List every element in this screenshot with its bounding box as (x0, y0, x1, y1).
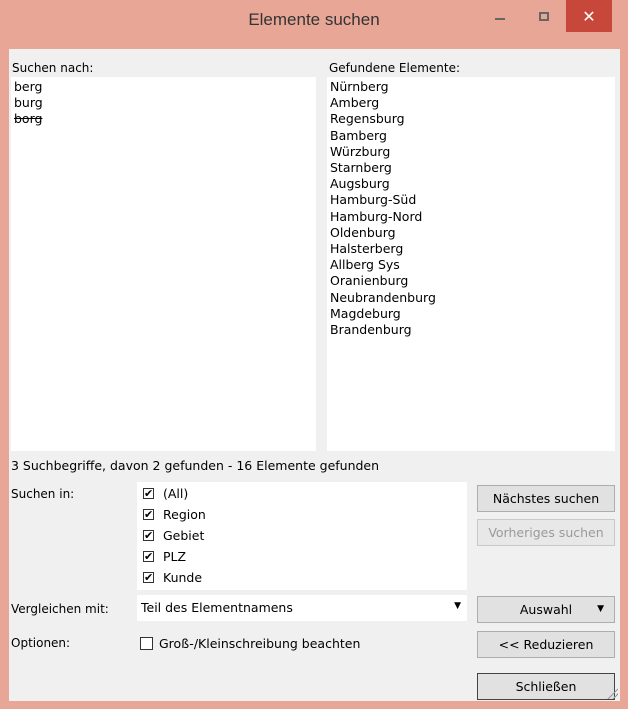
search-term: burg (14, 95, 43, 110)
search-for-label: Suchen nach: (12, 61, 94, 75)
selection-button-label: Auswahl (519, 602, 573, 617)
resize-grip-icon[interactable] (606, 687, 618, 699)
found-element-item[interactable]: Oldenburg (330, 225, 396, 241)
close-button[interactable]: Schließen (477, 673, 615, 700)
maximize-icon (539, 11, 549, 21)
search-terms-input[interactable]: berg burg borg (11, 77, 316, 451)
search-in-item-gebiet[interactable]: ✔ Gebiet (143, 525, 204, 545)
status-text: 3 Suchbegriffe, davon 2 gefunden - 16 El… (11, 458, 380, 473)
search-in-item-label: Kunde (163, 569, 203, 585)
find-elements-window: Elemente suchen ✕ Suchen nach: berg burg… (0, 0, 628, 709)
checkbox-checked-icon: ✔ (143, 486, 154, 500)
found-element-item[interactable]: Starnberg (330, 160, 392, 176)
find-previous-button[interactable]: Vorheriges suchen (477, 519, 615, 546)
case-sensitive-label: Groß-/Kleinschreibung beachten (159, 636, 361, 651)
case-sensitive-checkbox[interactable] (140, 637, 153, 650)
found-element-item[interactable]: Würzburg (330, 144, 390, 160)
found-element-item[interactable]: Brandenburg (330, 322, 412, 338)
found-element-item[interactable]: Augsburg (330, 176, 390, 192)
dropdown-arrow-icon: ▼ (454, 601, 461, 611)
search-in-item-label: PLZ (163, 548, 187, 564)
found-element-item[interactable]: Hamburg-Nord (330, 209, 422, 225)
search-term: berg (14, 79, 43, 94)
search-in-checklist: ✔ (All) ✔ Region ✔ Gebiet ✔ PLZ ✔ Kunde (137, 482, 467, 590)
checkbox-checked-icon: ✔ (143, 549, 154, 563)
found-element-item[interactable]: Amberg (330, 95, 379, 111)
maximize-button[interactable] (524, 0, 564, 32)
search-in-item-label: Region (163, 506, 206, 522)
dropdown-arrow-icon: ▼ (597, 604, 604, 614)
found-element-item[interactable]: Allberg Sys (330, 257, 400, 273)
search-in-item-label: Gebiet (163, 527, 205, 543)
found-element-item[interactable]: Neubrandenburg (330, 290, 436, 306)
found-element-item[interactable]: Bamberg (330, 128, 387, 144)
found-elements-list[interactable]: Nürnberg Amberg Regensburg Bamberg Würzburg S… (327, 77, 615, 451)
reduce-button[interactable]: << Reduzieren (477, 631, 615, 658)
search-term-not-found: borg (14, 111, 43, 126)
minimize-button[interactable] (480, 0, 520, 32)
found-element-item[interactable]: Magdeburg (330, 306, 401, 322)
title-bar[interactable]: Elemente suchen ✕ (0, 0, 628, 40)
found-element-item[interactable]: Oranienburg (330, 273, 408, 289)
search-in-item-plz[interactable]: ✔ PLZ (143, 546, 186, 566)
search-in-item-region[interactable]: ✔ Region (143, 504, 206, 524)
search-in-label: Suchen in: (11, 487, 75, 501)
checkbox-checked-icon: ✔ (143, 507, 154, 521)
found-element-item[interactable]: Nürnberg (330, 79, 389, 95)
found-element-item[interactable]: Regensburg (330, 111, 405, 127)
checkbox-checked-icon: ✔ (143, 570, 154, 584)
checkbox-checked-icon: ✔ (143, 528, 154, 542)
find-next-button[interactable]: Nächstes suchen (477, 485, 615, 512)
found-elements-label: Gefundene Elemente: (329, 61, 461, 75)
compare-with-label: Vergleichen mit: (11, 602, 109, 616)
options-label: Optionen: (11, 636, 71, 650)
search-in-item-kunde[interactable]: ✔ Kunde (143, 567, 202, 587)
close-icon: ✕ (582, 6, 596, 26)
search-in-item-all[interactable]: ✔ (All) (143, 483, 188, 503)
minimize-icon (495, 18, 505, 20)
compare-with-value: Teil des Elementnamens (141, 600, 293, 615)
dialog-client-area: Suchen nach: berg burg borg Gefundene El… (9, 49, 620, 701)
compare-with-dropdown[interactable]: Teil des Elementnamens ▼ (137, 595, 467, 621)
search-in-item-label: (All) (163, 485, 189, 501)
selection-button[interactable]: Auswahl ▼ (477, 596, 615, 623)
found-element-item[interactable]: Halsterberg (330, 241, 403, 257)
close-window-button[interactable]: ✕ (566, 0, 612, 32)
found-element-item[interactable]: Hamburg-Süd (330, 192, 416, 208)
